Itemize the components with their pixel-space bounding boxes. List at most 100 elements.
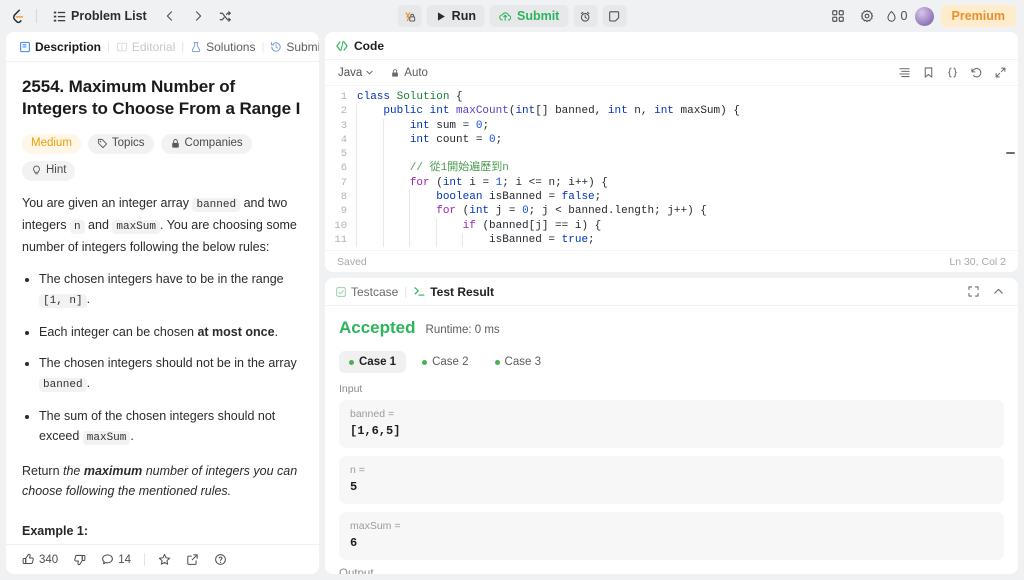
code-vertical-scrollbar[interactable]: [1006, 152, 1015, 154]
help-button[interactable]: [208, 551, 233, 568]
shuffle-icon[interactable]: [215, 5, 237, 27]
next-problem-button[interactable]: [187, 5, 209, 27]
run-button[interactable]: Run: [426, 5, 485, 27]
curly-braces-icon[interactable]: [942, 63, 962, 83]
code-line[interactable]: 1 class Solution {: [325, 90, 1018, 104]
topics-button[interactable]: Topics: [87, 133, 154, 154]
rule-code: maxSum: [82, 431, 131, 446]
code-token: boolean: [436, 191, 483, 204]
hint-button[interactable]: Hint: [22, 160, 76, 181]
tab-editorial[interactable]: Editorial: [111, 38, 180, 56]
result-header-actions: [963, 282, 1008, 302]
undo-reset-icon[interactable]: [966, 63, 986, 83]
tab-submissions[interactable]: Submissions: [265, 38, 319, 56]
code-tools-group: [894, 63, 1010, 83]
code-line[interactable]: 4 int count = 0;: [325, 132, 1018, 148]
bookmark-icon[interactable]: [918, 63, 938, 83]
code-line[interactable]: 5: [325, 147, 1018, 162]
input-field-n[interactable]: n = 5: [339, 456, 1004, 504]
indent-guide: [435, 232, 437, 248]
companies-button[interactable]: Companies: [160, 133, 252, 154]
case-tab-1[interactable]: Case 1: [339, 351, 407, 373]
comments-button[interactable]: 14: [95, 551, 137, 568]
return-paragraph: Return the maximum number of integers yo…: [22, 461, 303, 502]
indent-guide: [356, 232, 357, 248]
editorial-icon: [116, 42, 127, 51]
code-line[interactable]: 11 isBanned = true;: [325, 232, 1018, 248]
input-field-banned[interactable]: banned = [1,6,5]: [339, 400, 1004, 448]
dislike-button[interactable]: [67, 551, 92, 568]
case-tab-2[interactable]: Case 2: [412, 351, 478, 373]
fullscreen-icon[interactable]: [963, 282, 983, 302]
difficulty-badge[interactable]: Medium: [22, 133, 81, 154]
format-lines-icon[interactable]: [894, 63, 914, 83]
problem-list-button[interactable]: Problem List: [47, 6, 153, 26]
gear-icon[interactable]: [856, 5, 878, 27]
indent-guide: [356, 118, 357, 133]
rule-post: .: [274, 324, 279, 339]
note-icon[interactable]: [602, 5, 627, 27]
code-line[interactable]: 9 for (int j = 0; j < banned.length; j++…: [325, 204, 1018, 219]
language-selector[interactable]: Java: [333, 65, 379, 81]
line-number: 10: [334, 219, 347, 232]
code-line-text: // 從1開始遍歷到n: [355, 161, 509, 176]
code-token: ;: [588, 233, 595, 246]
line-number: 8: [340, 191, 347, 204]
code-token: (: [436, 176, 443, 189]
code-line[interactable]: 8 boolean isBanned = false;: [325, 190, 1018, 205]
like-button[interactable]: 340: [16, 551, 64, 568]
debug-tool-icon[interactable]: [397, 5, 422, 27]
lock-icon: [392, 68, 399, 77]
tab-solutions[interactable]: Solutions: [185, 38, 260, 56]
code-line[interactable]: 2 public int maxCount(int[] banned, int …: [325, 104, 1018, 119]
input-field-maxsum[interactable]: maxSum = 6: [339, 512, 1004, 560]
code-token: (banned[j] == i) {: [482, 219, 602, 232]
result-body: Accepted Runtime: 0 ms Case 1 Case 2 Cas…: [325, 306, 1018, 574]
code-token: ;: [482, 119, 490, 132]
user-avatar[interactable]: [914, 6, 934, 26]
leetcode-app: Problem List Run Submit 0 Premium Descri…: [0, 0, 1024, 580]
submissions-history-icon: [271, 41, 282, 52]
case-tab-3[interactable]: Case 3: [485, 351, 551, 373]
grid-apps-icon[interactable]: [827, 5, 849, 27]
code-token: sum =: [429, 119, 476, 132]
favorite-button[interactable]: [152, 551, 177, 568]
tab-description-label: Description: [35, 39, 102, 54]
premium-button[interactable]: Premium: [940, 5, 1016, 27]
streak-counter[interactable]: 0: [885, 9, 908, 23]
code-line[interactable]: 7 for (int i = 1; i <= n; i++) {: [325, 175, 1018, 191]
code-maxsum: maxSum: [112, 219, 160, 234]
play-icon: [437, 11, 445, 21]
lock-icon: [171, 139, 179, 148]
problem-meta-chips: Medium Topics Companies Hint: [22, 133, 303, 181]
code-token: int: [515, 105, 536, 118]
line-number: 4: [340, 133, 347, 146]
code-line[interactable]: 10 if (banned[j] == i) {: [325, 218, 1018, 233]
tab-test-result[interactable]: Test Result: [413, 285, 494, 299]
premium-label: Premium: [951, 9, 1006, 23]
auto-sync-toggle[interactable]: Auto: [385, 65, 433, 81]
case-status-dot: [349, 359, 354, 365]
expand-diagonal-icon[interactable]: [990, 63, 1010, 83]
return-text-b: the: [63, 464, 84, 479]
share-button[interactable]: [180, 551, 205, 568]
leetcode-logo-icon[interactable]: [8, 7, 26, 25]
indent-guide: [356, 204, 357, 219]
case-tab-3-label: Case 3: [504, 356, 541, 368]
flame-icon: [887, 10, 896, 22]
indent-guide: [356, 132, 357, 148]
tab-testcase[interactable]: Testcase: [335, 285, 398, 299]
code-token: int: [409, 133, 430, 146]
code-editor-area[interactable]: 1 class Solution {2 public int maxCount(i…: [325, 86, 1018, 250]
code-line[interactable]: 6 // 從1開始遍歷到n: [325, 161, 1018, 176]
tab-description[interactable]: Description: [14, 38, 106, 56]
collapse-panel-icon[interactable]: [988, 282, 1008, 302]
rule-bold: at most once: [197, 324, 275, 339]
submit-button[interactable]: Submit: [489, 5, 569, 27]
code-token: int: [607, 105, 628, 118]
previous-problem-button[interactable]: [159, 5, 181, 27]
code-editor-panel: Code Java Auto 1 class Solution {2 publ…: [325, 32, 1018, 272]
alarm-clock-icon[interactable]: [573, 5, 598, 27]
code-line[interactable]: 3 int sum = 0;: [325, 118, 1018, 133]
indent-guide: [356, 190, 357, 205]
